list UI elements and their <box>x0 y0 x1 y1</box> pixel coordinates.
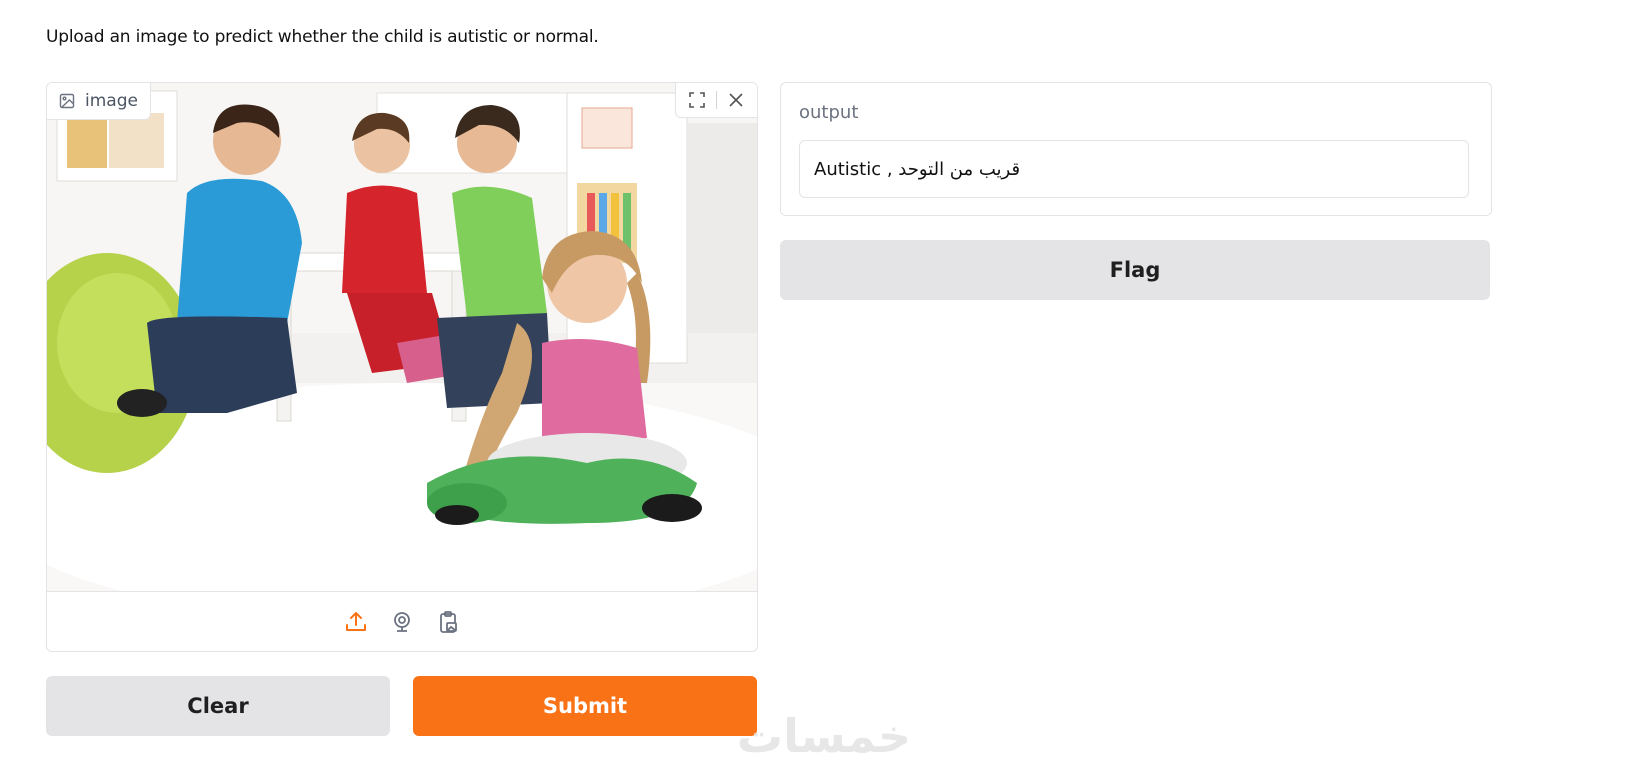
clear-button[interactable]: Clear <box>46 676 390 736</box>
output-value: Autistic , قريب من التوحد <box>814 158 1021 180</box>
image-icon <box>59 93 75 109</box>
close-icon[interactable] <box>721 85 751 115</box>
webcam-icon[interactable] <box>387 607 417 637</box>
submit-button[interactable]: Submit <box>413 676 757 736</box>
image-input-label: image <box>47 83 151 120</box>
clipboard-icon[interactable] <box>433 607 463 637</box>
flag-button[interactable]: Flag <box>780 240 1490 300</box>
fullscreen-icon[interactable] <box>682 85 712 115</box>
output-textbox[interactable]: Autistic , قريب من التوحد <box>799 140 1469 198</box>
uploaded-photo <box>47 83 757 591</box>
uploaded-image: image <box>47 83 757 591</box>
app-description: Upload an image to predict whether the c… <box>46 27 599 47</box>
watermark-logo: خمسات <box>736 709 912 763</box>
image-source-bar <box>47 591 757 651</box>
image-label-text: image <box>85 91 138 111</box>
tools-divider <box>716 91 717 109</box>
output-label: output <box>799 102 859 123</box>
image-input-panel: image <box>46 82 758 652</box>
image-tools <box>675 83 757 118</box>
upload-icon[interactable] <box>341 607 371 637</box>
app-page: Upload an image to predict whether the c… <box>0 0 1645 774</box>
output-panel: output Autistic , قريب من التوحد <box>780 82 1492 216</box>
